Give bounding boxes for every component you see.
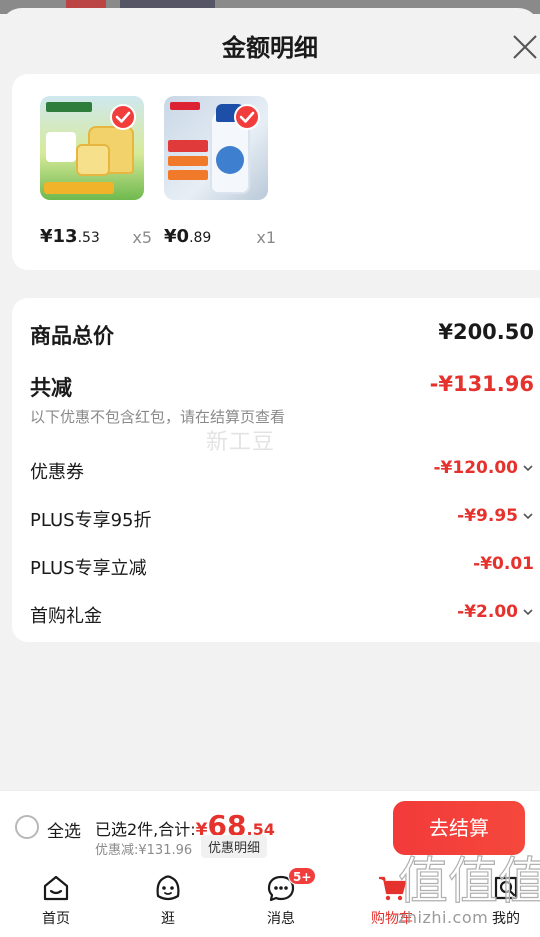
- tab-label: 消息: [267, 911, 295, 927]
- products-card: ¥13.53 x5 ¥0.89 x1: [12, 74, 540, 270]
- tab-browse[interactable]: 逛: [123, 866, 213, 937]
- tab-home[interactable]: 首页: [11, 866, 101, 937]
- select-all-label[interactable]: 全选: [47, 817, 81, 842]
- promo-tag: [168, 170, 208, 180]
- product-price: ¥13.53: [40, 226, 100, 247]
- product-price: ¥0.89: [164, 226, 212, 247]
- discount-value: -¥2.00: [457, 602, 534, 622]
- brand-strip: [46, 102, 92, 112]
- sheet-header: 金额明细: [0, 8, 540, 82]
- close-button[interactable]: [510, 32, 540, 62]
- discount-value: -¥9.95: [457, 506, 534, 526]
- discount-summary: 优惠减:¥131.96: [95, 843, 193, 858]
- product-thumbnail: [164, 96, 268, 200]
- tab-messages[interactable]: 5+ 消息: [236, 866, 326, 937]
- close-icon: [513, 35, 537, 59]
- product-quantity: x5: [132, 228, 152, 247]
- tab-label: 逛: [161, 911, 175, 927]
- promo-tag: [168, 140, 208, 152]
- discount-label: PLUS专享立减: [30, 558, 147, 579]
- summary-prefix: 已选2件,合计:: [95, 820, 196, 839]
- bottle-label: [216, 146, 244, 174]
- discount-detail-button[interactable]: 优惠明细: [201, 835, 268, 858]
- total-reduction-value: -¥131.96: [429, 372, 534, 396]
- select-all-radio[interactable]: [15, 815, 39, 839]
- unread-badge: 5+: [288, 867, 317, 885]
- selected-check-icon: [234, 104, 260, 130]
- chevron-down-icon: [523, 513, 533, 520]
- checkout-bar: 全选 已选2件,合计:¥68.54 优惠减:¥131.96 优惠明细 去结算: [0, 790, 540, 866]
- promo-band: [44, 182, 114, 194]
- home-icon: [43, 875, 69, 901]
- price-breakdown-card: 商品总价 ¥200.50 共减 -¥131.96 以下优惠不包含红包，请在结算页…: [12, 298, 540, 642]
- chevron-down-icon: [523, 465, 533, 472]
- total-reduction-label: 共减: [30, 376, 72, 400]
- discount-label: 优惠券: [30, 462, 84, 483]
- product-item[interactable]: ¥13.53 x5: [40, 96, 152, 247]
- price-row: ¥13.53 x5: [40, 226, 152, 250]
- cart-icon: [379, 876, 407, 901]
- product-quantity: x1: [256, 228, 276, 247]
- profile-icon: [494, 876, 518, 900]
- total-price-label: 商品总价: [30, 324, 114, 348]
- brand-strip: [170, 102, 200, 110]
- selected-check-icon: [110, 104, 136, 130]
- tab-label: 首页: [42, 911, 70, 927]
- product-jar: [76, 144, 110, 176]
- sheet-title: 金额明细: [222, 34, 318, 62]
- total-price-value: ¥200.50: [438, 320, 534, 344]
- discount-label: 首购礼金: [30, 606, 102, 627]
- product-item[interactable]: ¥0.89 x1: [164, 96, 276, 247]
- face-icon: [156, 875, 180, 901]
- discount-value: -¥120.00: [434, 458, 535, 478]
- discount-value: -¥0.01: [473, 554, 534, 574]
- chevron-down-icon: [523, 609, 533, 616]
- product-thumbnail: [40, 96, 144, 200]
- product-badge: [46, 132, 76, 162]
- promo-tag: [168, 156, 208, 166]
- site-watermark-url: zhizhi.com: [398, 908, 489, 927]
- discount-label: PLUS专享95折: [30, 510, 152, 531]
- screen: 金额明细 ¥13.53 x5 ¥0.89 x1 商品总价 ¥200.50 共减 …: [0, 0, 540, 937]
- price-row: ¥0.89 x1: [164, 226, 276, 250]
- watermark-text: 新工豆: [206, 430, 276, 455]
- checkout-button[interactable]: 去结算: [393, 801, 525, 855]
